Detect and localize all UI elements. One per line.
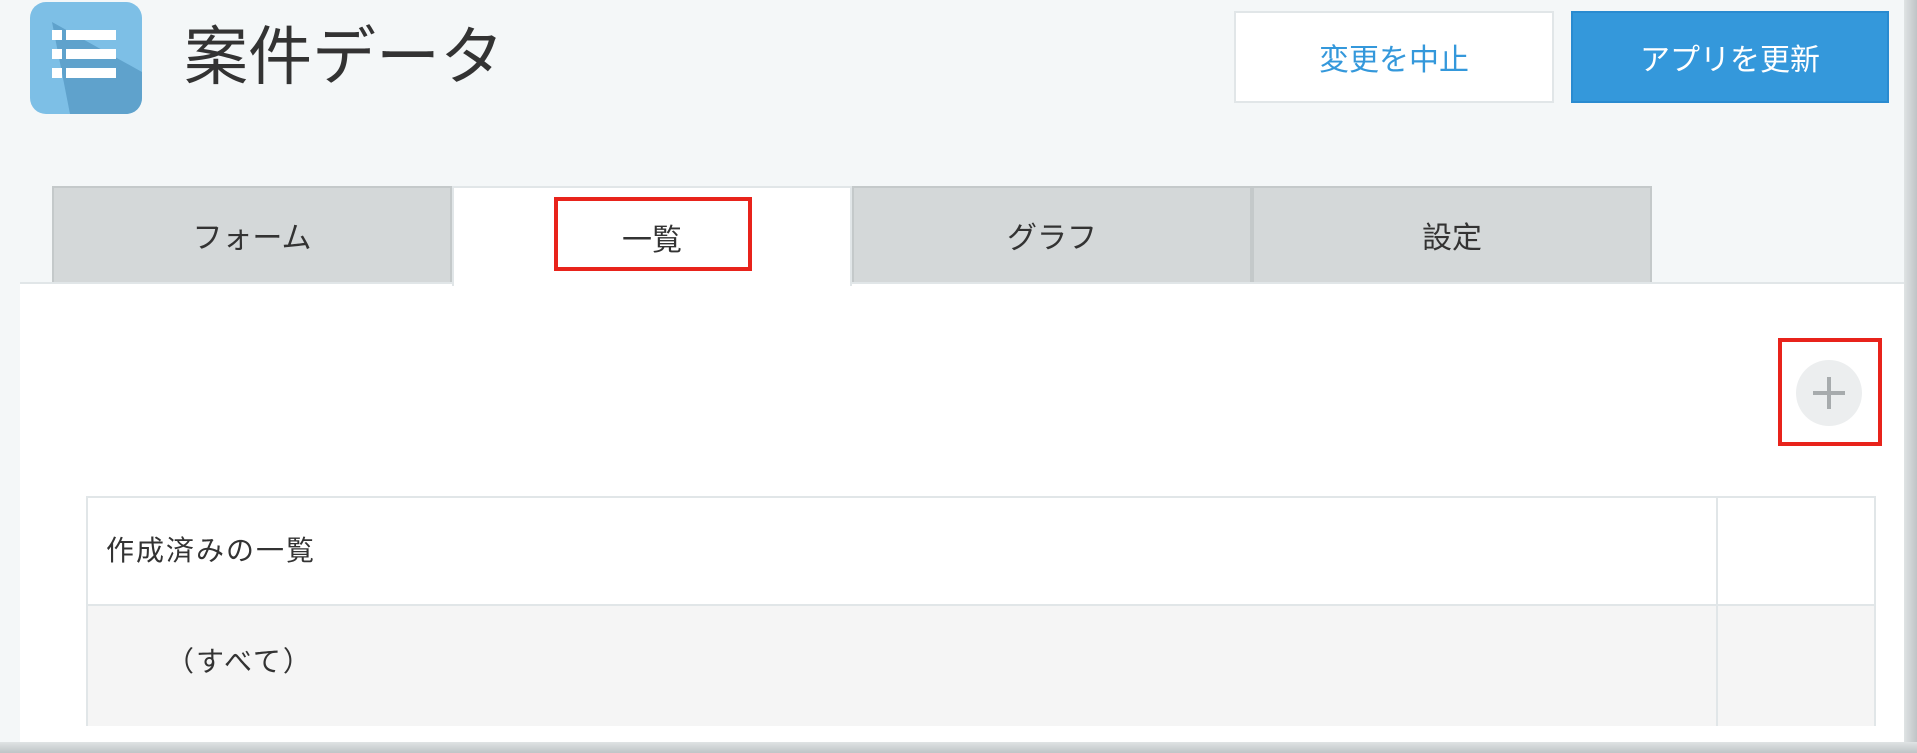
window-edge-shadow [0, 742, 1917, 753]
window-edge-shadow [1904, 0, 1917, 753]
tab-settings[interactable]: 設定 [1252, 186, 1652, 282]
tab-label: 設定 [1422, 221, 1482, 256]
update-app-button[interactable]: アプリを更新 [1571, 11, 1889, 103]
view-name: （すべて） [166, 645, 313, 678]
settings-tabs: フォーム 一覧 グラフ 設定 [52, 186, 1652, 286]
tab-label: フォーム [192, 221, 312, 256]
table-header-row: 作成済みの一覧 [88, 498, 1874, 606]
plus-icon [1813, 377, 1845, 409]
cancel-changes-button[interactable]: 変更を中止 [1234, 11, 1554, 103]
tab-form[interactable]: フォーム [52, 186, 452, 282]
add-view-highlight [1778, 338, 1882, 446]
tab-list[interactable]: 一覧 [452, 186, 852, 286]
tab-graph[interactable]: グラフ [852, 186, 1252, 282]
tab-label: 一覧 [622, 223, 682, 258]
table-row[interactable]: （すべて） [88, 606, 1874, 726]
views-table: 作成済みの一覧 （すべて） [86, 496, 1876, 726]
column-divider [1716, 498, 1718, 604]
app-title: 案件データ [184, 21, 504, 95]
list-icon [52, 22, 142, 114]
app-icon [30, 2, 142, 114]
add-view-button[interactable] [1796, 360, 1862, 426]
column-divider [1716, 606, 1718, 726]
tab-label: グラフ [1007, 221, 1097, 256]
table-header: 作成済みの一覧 [106, 534, 317, 567]
